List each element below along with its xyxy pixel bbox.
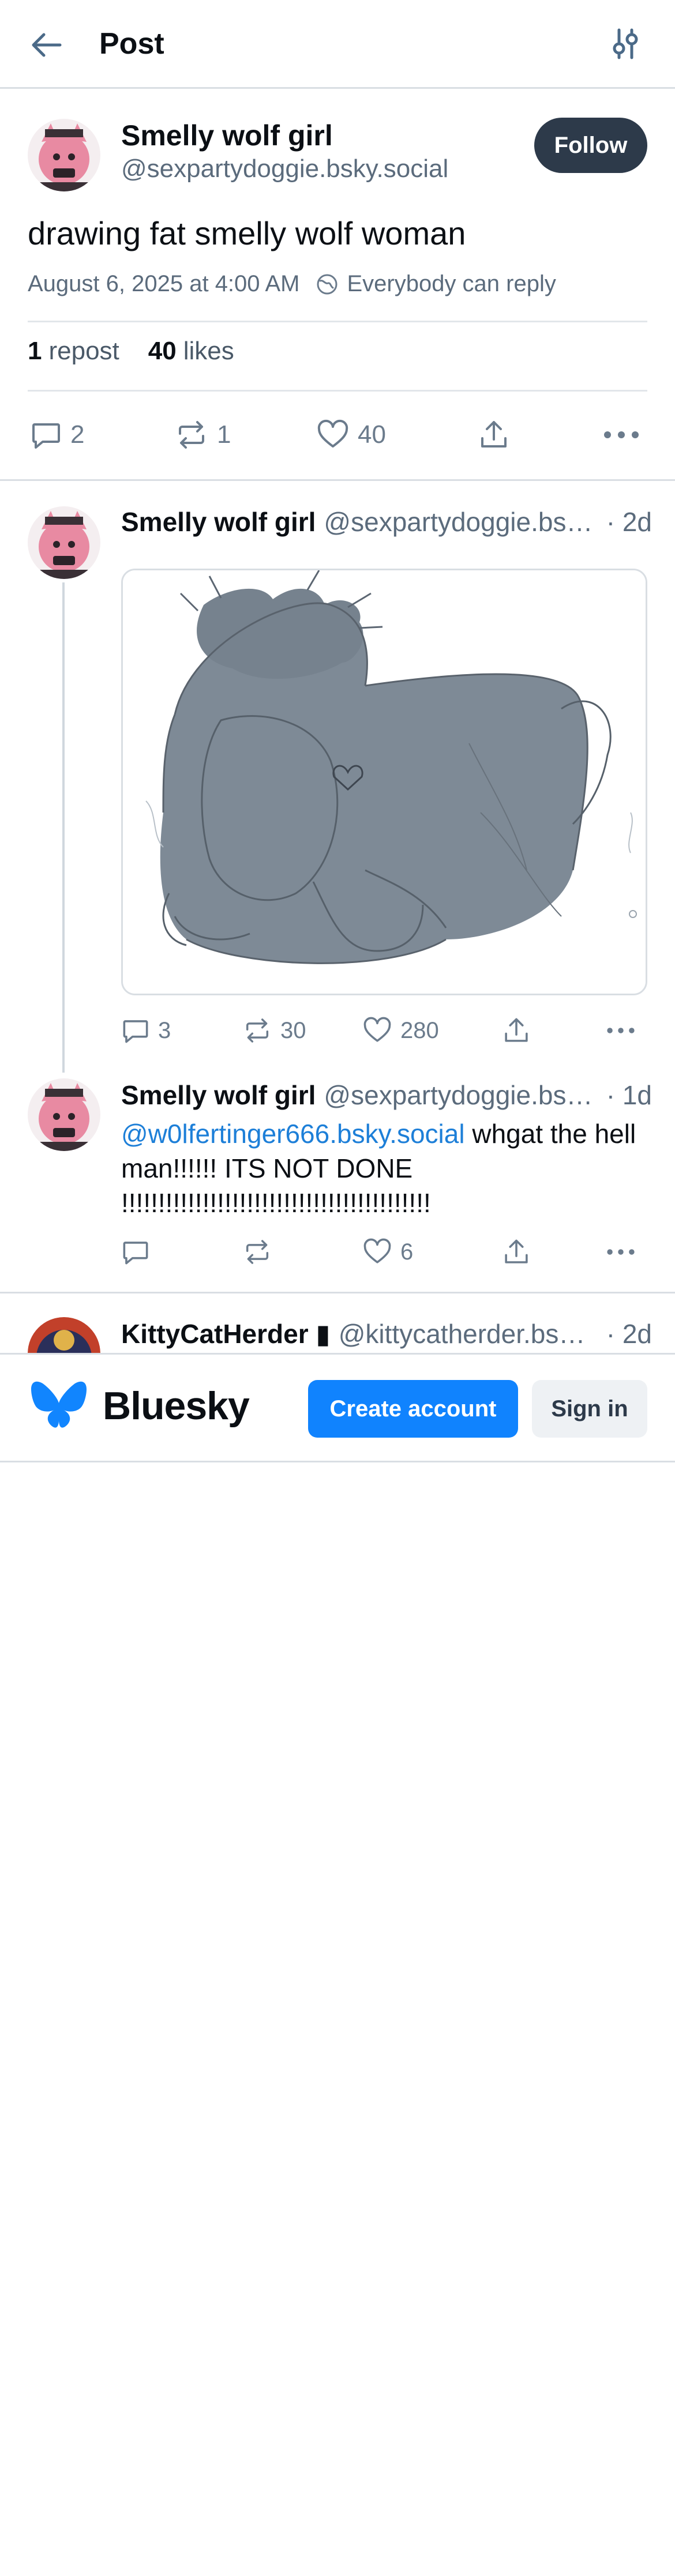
- heart-icon: [317, 419, 348, 447]
- like-button[interactable]: 40: [316, 412, 386, 458]
- speech-bubble-icon: [123, 1020, 148, 1043]
- reply-header: KittyCatHerder ▮ @kittycatherder.bsky.so…: [121, 1318, 652, 1349]
- avatar[interactable]: [28, 119, 100, 191]
- mention-link[interactable]: @w0lfertinger666.bsky.social: [121, 1119, 465, 1149]
- more-options-button[interactable]: [606, 1232, 644, 1272]
- like-button[interactable]: 6: [362, 1232, 413, 1272]
- author-name[interactable]: Smelly wolf girl: [121, 506, 316, 537]
- post-time[interactable]: · 1d: [606, 1080, 652, 1111]
- ellipsis-icon: [604, 431, 639, 438]
- share-icon: [505, 1239, 528, 1263]
- more-options-button[interactable]: [602, 412, 648, 458]
- post-stats: 1 repost 40 likes: [28, 337, 263, 366]
- arrow-left-icon: [32, 33, 62, 57]
- repost-button[interactable]: 30: [242, 1010, 306, 1051]
- avatar[interactable]: [28, 1078, 100, 1151]
- signup-banner: Bluesky Create account Sign in: [0, 1353, 675, 1462]
- ellipsis-icon: [607, 1028, 635, 1033]
- repost-button[interactable]: [242, 1232, 280, 1272]
- main-post: Smelly wolf girl @sexpartydoggie.bsky.so…: [0, 89, 675, 481]
- author-name[interactable]: Smelly wolf girl: [121, 1080, 316, 1111]
- sign-in-button[interactable]: Sign in: [532, 1380, 647, 1438]
- top-bar: Post: [0, 0, 675, 89]
- reply-text: @w0lfertinger666.bsky.social whgat the h…: [121, 1116, 640, 1220]
- back-button[interactable]: [29, 28, 63, 62]
- reply-count: 3: [158, 1017, 171, 1043]
- share-icon: [481, 421, 507, 447]
- reply-header: Smelly wolf girl @sexpartydoggie.bsky.so…: [121, 506, 652, 537]
- author-handle[interactable]: @sexpartydoggie.bsky.social: [121, 155, 448, 183]
- like-count: 40: [358, 420, 386, 449]
- ellipsis-icon: [607, 1249, 635, 1255]
- divider: [0, 1292, 675, 1293]
- reply-setting[interactable]: Everybody can reply: [316, 271, 556, 297]
- avatar-image: [28, 1317, 100, 1353]
- reply-button[interactable]: [121, 1232, 158, 1272]
- post-actions: 2 1 40: [28, 412, 647, 458]
- divider: [28, 390, 647, 392]
- author-handle[interactable]: @sexpartydoggie.bsky.social: [324, 506, 598, 537]
- heart-icon: [363, 1238, 391, 1263]
- repost-button[interactable]: 1: [174, 412, 231, 458]
- post-time[interactable]: · 2d: [606, 506, 652, 537]
- repost-label: repost: [48, 337, 119, 365]
- reply-button[interactable]: 3: [121, 1010, 171, 1051]
- post-date: August 6, 2025 at 4:00 AM: [28, 271, 300, 296]
- like-stat[interactable]: 40 likes: [148, 337, 234, 366]
- brand[interactable]: Bluesky: [30, 1380, 250, 1432]
- post-image[interactable]: [121, 569, 647, 995]
- repost-icon: [179, 421, 204, 449]
- post-text: drawing fat smelly wolf woman: [28, 215, 466, 251]
- like-label: likes: [183, 337, 234, 365]
- share-button[interactable]: [502, 1232, 539, 1272]
- reply-count: 2: [70, 420, 85, 449]
- avatar-image: [28, 506, 100, 579]
- follow-button[interactable]: Follow: [534, 118, 647, 173]
- repost-stat[interactable]: 1 repost: [28, 337, 119, 366]
- like-button[interactable]: 280: [362, 1010, 439, 1051]
- author-handle[interactable]: @kittycatherder.bsky.social: [339, 1318, 598, 1349]
- avatar[interactable]: [28, 506, 100, 579]
- like-count: 6: [400, 1239, 414, 1265]
- sliders-icon: [613, 28, 638, 59]
- share-icon: [505, 1018, 528, 1042]
- repost-count: 30: [280, 1017, 306, 1043]
- thread-settings-button[interactable]: [608, 27, 643, 61]
- reply-header: Smelly wolf girl @sexpartydoggie.bsky.so…: [121, 1080, 652, 1111]
- repost-icon: [246, 1018, 269, 1043]
- author-name[interactable]: KittyCatHerder ▮: [121, 1318, 331, 1349]
- butterfly-logo-icon: [31, 1381, 87, 1428]
- thread-line: [62, 582, 65, 1073]
- page-title: Post: [99, 27, 164, 61]
- post-meta: August 6, 2025 at 4:00 AM Everybody can …: [28, 271, 556, 297]
- heart-icon: [363, 1017, 391, 1042]
- create-account-button[interactable]: Create account: [308, 1380, 518, 1438]
- reply-setting-label: Everybody can reply: [347, 271, 556, 296]
- sketch-image: [123, 570, 646, 994]
- more-options-button[interactable]: [606, 1010, 644, 1051]
- repost-icon: [246, 1240, 269, 1264]
- share-button[interactable]: [502, 1010, 539, 1051]
- reply-button[interactable]: 2: [30, 412, 84, 458]
- share-button[interactable]: [478, 412, 518, 458]
- author-name[interactable]: Smelly wolf girl: [121, 119, 333, 152]
- divider: [28, 321, 647, 322]
- speech-bubble-icon: [32, 423, 60, 449]
- avatar-image: [28, 119, 100, 191]
- speech-bubble-icon: [123, 1242, 148, 1265]
- like-count: 40: [148, 337, 177, 365]
- globe-icon: [317, 274, 337, 294]
- brand-name: Bluesky: [103, 1384, 250, 1428]
- reply-actions: 3 30 280: [121, 1010, 640, 1051]
- post-time[interactable]: · 2d: [606, 1318, 652, 1349]
- author-handle[interactable]: @sexpartydoggie.bsky.social: [324, 1080, 598, 1111]
- avatar-image: [28, 1078, 100, 1151]
- like-count: 280: [400, 1017, 439, 1043]
- repost-count: 1: [217, 420, 231, 449]
- repost-count: 1: [28, 337, 42, 365]
- reply-actions: 6: [121, 1232, 640, 1272]
- avatar[interactable]: [28, 1317, 100, 1353]
